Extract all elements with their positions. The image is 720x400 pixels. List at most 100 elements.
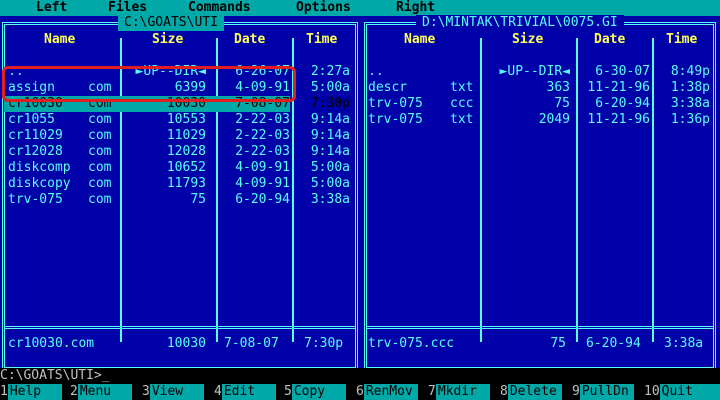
file-date: 11-21-96 bbox=[587, 80, 650, 95]
fkey-label: Mkdir bbox=[435, 384, 490, 400]
right-header-name[interactable]: Name bbox=[404, 32, 435, 48]
fkey-number: 6 bbox=[356, 384, 364, 399]
left-panel-file-row[interactable]: cr11029 com 11029 2-22-03 9:14a bbox=[4, 128, 350, 144]
left-panel[interactable]: C:\GOATS\UTI Name Size Date Time .. ►UP--… bbox=[0, 15, 360, 370]
command-line[interactable]: C:\GOATS\UTI>_ bbox=[0, 368, 720, 384]
file-size: ►UP--DIR◄ bbox=[135, 64, 206, 79]
file-name: assign bbox=[8, 80, 55, 95]
file-time: 2:27a bbox=[310, 64, 350, 79]
left-panel-file-row[interactable]: trv-075 com 75 6-20-94 3:38a bbox=[4, 192, 350, 208]
fkey-number: 9 bbox=[572, 384, 580, 399]
left-panel-title: C:\GOATS\UTI bbox=[118, 15, 224, 31]
file-ext: com bbox=[88, 192, 112, 207]
right-panel-file-row[interactable]: trv-075 txt 2049 11-21-96 1:36p bbox=[366, 112, 712, 128]
file-date: 6-26-07 bbox=[235, 64, 290, 79]
fkey-copy[interactable]: 5 Copy bbox=[284, 384, 346, 400]
right-panel-file-row[interactable]: trv-075 ccc 75 6-20-94 3:38a bbox=[366, 96, 712, 112]
fkey-edit[interactable]: 4 Edit bbox=[214, 384, 276, 400]
file-date: 2-22-03 bbox=[235, 144, 290, 159]
fkey-quit[interactable]: 10 Quit bbox=[644, 384, 720, 400]
file-size: 10030 bbox=[166, 96, 206, 111]
fkey-number: 2 bbox=[70, 384, 78, 399]
left-header-date[interactable]: Date bbox=[234, 32, 265, 48]
file-size: ►UP--DIR◄ bbox=[499, 64, 570, 79]
right-header-size[interactable]: Size bbox=[512, 32, 543, 48]
file-time: 9:14a bbox=[310, 112, 350, 127]
fkey-number: 1 bbox=[0, 384, 8, 399]
left-header-size[interactable]: Size bbox=[152, 32, 183, 48]
file-size: 10652 bbox=[166, 160, 206, 175]
right-panel-file-row[interactable]: descr txt 363 11-21-96 1:38p bbox=[366, 80, 712, 96]
fkey-pulldn[interactable]: 9 PullDn bbox=[572, 384, 634, 400]
file-name: cr12028 bbox=[8, 144, 63, 159]
file-name: descr bbox=[368, 80, 408, 95]
fkey-label: PullDn bbox=[579, 384, 634, 400]
menu-commands[interactable]: Commands bbox=[188, 0, 251, 16]
file-name: diskcopy bbox=[8, 176, 71, 191]
file-date: 11-21-96 bbox=[587, 112, 650, 127]
file-time: 5:00a bbox=[310, 80, 350, 95]
left-status-time: 7:30p bbox=[304, 336, 344, 351]
menu-files[interactable]: Files bbox=[108, 0, 147, 16]
file-ext: com bbox=[88, 96, 112, 111]
file-ext: com bbox=[88, 128, 112, 143]
file-time: 9:14a bbox=[310, 144, 350, 159]
fkey-label: Edit bbox=[221, 384, 276, 400]
file-time: 7:30p bbox=[310, 96, 350, 111]
fkey-help[interactable]: 1 Help bbox=[0, 384, 62, 400]
file-time: 9:14a bbox=[310, 128, 350, 143]
fkey-number: 4 bbox=[214, 384, 222, 399]
fkey-delete[interactable]: 8 Delete bbox=[500, 384, 562, 400]
file-name: .. bbox=[368, 64, 384, 79]
fkey-label: Help bbox=[7, 384, 62, 400]
left-panel-file-row[interactable]: cr12028 com 12028 2-22-03 9:14a bbox=[4, 144, 350, 160]
menu-bar: Left Files Commands Options Right bbox=[0, 0, 720, 16]
right-panel-file-row[interactable]: .. ►UP--DIR◄ 6-30-07 8:49p bbox=[366, 64, 712, 80]
file-name: diskcomp bbox=[8, 160, 71, 175]
fkey-label: Copy bbox=[291, 384, 346, 400]
file-date: 6-20-94 bbox=[235, 192, 290, 207]
file-date: 6-30-07 bbox=[595, 64, 650, 79]
left-panel-file-row[interactable]: cr1055 com 10553 2-22-03 9:14a bbox=[4, 112, 350, 128]
fkey-label: Menu bbox=[77, 384, 132, 400]
file-date: 4-09-91 bbox=[235, 176, 290, 191]
right-panel[interactable]: D:\MINTAK\TRIVIAL\0075.GI Name Size Date… bbox=[362, 15, 720, 370]
file-ext: txt bbox=[450, 112, 474, 127]
fkey-mkdir[interactable]: 7 Mkdir bbox=[428, 384, 490, 400]
file-name: trv-075 bbox=[368, 96, 423, 111]
fkey-renmov[interactable]: 6 RenMov bbox=[356, 384, 418, 400]
right-header-date[interactable]: Date bbox=[594, 32, 625, 48]
file-date: 7-08-07 bbox=[235, 96, 290, 111]
left-panel-file-row[interactable]: diskcomp com 10652 4-09-91 5:00a bbox=[4, 160, 350, 176]
file-size: 75 bbox=[190, 192, 206, 207]
file-ext: com bbox=[88, 112, 112, 127]
file-date: 2-22-03 bbox=[235, 128, 290, 143]
file-size: 363 bbox=[546, 80, 570, 95]
fkey-label: Quit bbox=[659, 384, 720, 400]
file-time: 1:36p bbox=[670, 112, 710, 127]
left-panel-file-row[interactable]: cr10030 com 10030 7-08-07 7:30p bbox=[4, 96, 350, 112]
left-status-name: cr10030.com bbox=[8, 336, 95, 351]
file-ext: txt bbox=[450, 80, 474, 95]
fkey-menu[interactable]: 2 Menu bbox=[70, 384, 132, 400]
file-ext: com bbox=[88, 144, 112, 159]
menu-right[interactable]: Right bbox=[396, 0, 435, 16]
file-ext: com bbox=[88, 160, 112, 175]
fkey-view[interactable]: 3 View bbox=[142, 384, 204, 400]
file-size: 11029 bbox=[166, 128, 206, 143]
left-panel-file-row[interactable]: assign com 6399 4-09-91 5:00a bbox=[4, 80, 350, 96]
left-header-name[interactable]: Name bbox=[44, 32, 75, 48]
file-time: 5:00a bbox=[310, 160, 350, 175]
fkey-number: 10 bbox=[644, 384, 660, 399]
file-ext: com bbox=[88, 176, 112, 191]
menu-options[interactable]: Options bbox=[296, 0, 351, 16]
file-time: 3:38a bbox=[310, 192, 350, 207]
fkey-number: 7 bbox=[428, 384, 436, 399]
fkey-number: 5 bbox=[284, 384, 292, 399]
left-panel-file-row[interactable]: .. ►UP--DIR◄ 6-26-07 2:27a bbox=[4, 64, 350, 80]
menu-left[interactable]: Left bbox=[36, 0, 67, 16]
left-header-time[interactable]: Time bbox=[306, 32, 337, 48]
right-header-time[interactable]: Time bbox=[666, 32, 697, 48]
file-name: trv-075 bbox=[8, 192, 63, 207]
left-panel-file-row[interactable]: diskcopy com 11793 4-09-91 5:00a bbox=[4, 176, 350, 192]
